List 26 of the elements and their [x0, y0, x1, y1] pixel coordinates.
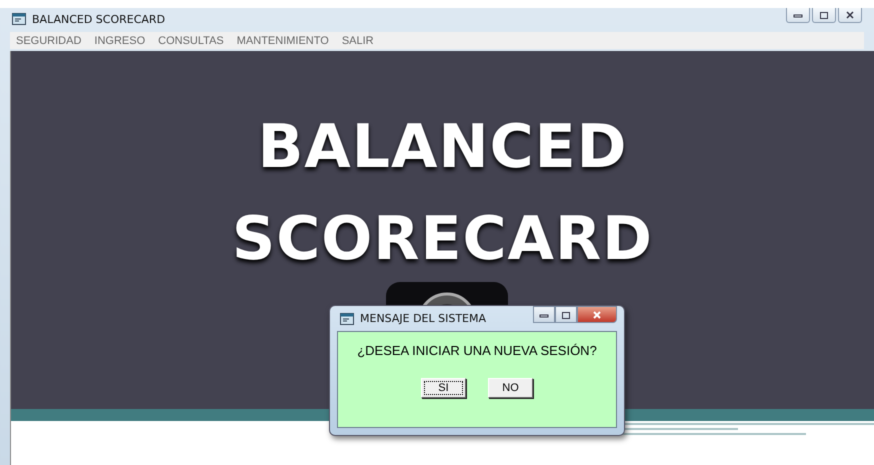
minimize-icon: [539, 312, 549, 318]
yes-button[interactable]: SI: [421, 378, 466, 398]
close-button[interactable]: [577, 306, 617, 323]
app-icon: [340, 312, 354, 324]
app-icon: [12, 13, 26, 25]
dialog-message: ¿DESEA INICIAR UNA NUEVA SESIÓN?: [357, 343, 597, 358]
menu-item[interactable]: SEGURIDAD: [16, 34, 82, 46]
minimize-button[interactable]: [786, 8, 810, 23]
window-title: BALANCED SCORECARD: [32, 12, 166, 26]
maximize-button[interactable]: [812, 8, 836, 23]
menu-item[interactable]: MANTENIMIENTO: [236, 34, 329, 46]
menu-item[interactable]: SALIR: [342, 34, 374, 46]
banner-title: BALANCED: [258, 111, 628, 184]
minimize-button[interactable]: [533, 306, 555, 323]
dialog-title: MENSAJE DEL SISTEMA: [360, 312, 486, 325]
menu-item[interactable]: INGRESO: [94, 34, 146, 46]
close-icon: [845, 11, 855, 19]
maximize-icon: [819, 11, 829, 19]
menu-item[interactable]: CONSULTAS: [158, 34, 224, 46]
minimize-icon: [793, 12, 803, 18]
maximize-button[interactable]: [555, 306, 577, 323]
no-button[interactable]: NO: [488, 378, 533, 398]
close-button[interactable]: [838, 8, 862, 23]
banner-title: SCORECARD: [232, 203, 653, 276]
close-icon: [592, 310, 602, 318]
maximize-icon: [561, 310, 571, 318]
